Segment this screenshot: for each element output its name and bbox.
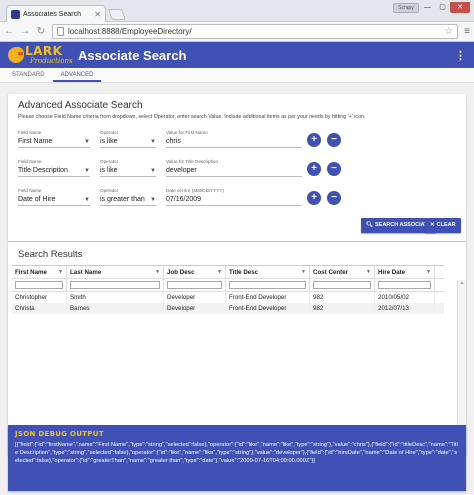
mode-tabs: STANDARD ADVANCED: [0, 68, 474, 83]
dropdown-caret-icon: ▼: [84, 139, 90, 145]
remove-criteria-button[interactable]: −: [327, 162, 341, 176]
grid-filter-row: [12, 279, 444, 292]
operator-select[interactable]: is greater than ▼: [100, 195, 156, 206]
page-title: Associate Search: [78, 47, 187, 63]
field-name-select[interactable]: Title Description ▼: [18, 166, 90, 177]
filter-input[interactable]: [167, 281, 222, 289]
close-tab-icon[interactable]: ✕: [94, 10, 101, 19]
remove-criteria-button[interactable]: −: [327, 191, 341, 205]
column-header[interactable]: Hire Date ▼: [375, 266, 435, 278]
dropdown-caret-icon: ▼: [150, 139, 156, 145]
field-name-select[interactable]: First Name ▼: [18, 137, 90, 148]
sort-caret-icon: ▼: [155, 269, 160, 275]
app: LARK Productions Associate Search ⋮ STAN…: [0, 42, 474, 495]
sort-caret-icon: ▼: [58, 269, 63, 275]
tab-standard[interactable]: STANDARD: [4, 68, 53, 82]
back-icon[interactable]: ←: [4, 26, 14, 37]
more-vert-icon[interactable]: ⋮: [455, 49, 466, 62]
results-title: Search Results: [18, 249, 83, 260]
new-tab-button[interactable]: [107, 9, 127, 20]
browser-titlebar: Associates Search ✕ Scrapy — ▢ ✕: [0, 0, 474, 22]
browser-tab[interactable]: Associates Search ✕: [6, 5, 106, 22]
tab-advanced[interactable]: ADVANCED: [52, 68, 102, 82]
clear-icon: ✕: [430, 222, 435, 228]
filter-input[interactable]: [70, 281, 160, 289]
column-header[interactable]: Job Desc ▼: [164, 266, 226, 278]
browser-toolbar: ← → ↻ localhost:8888/EmployeeDirectory/ …: [0, 22, 474, 42]
column-header[interactable]: First Name ▼: [12, 266, 67, 278]
dropdown-caret-icon: ▼: [150, 168, 156, 174]
maximize-button[interactable]: ▢: [435, 2, 450, 13]
table-row[interactable]: Christa Barnes Developer Front-End Devel…: [12, 303, 444, 314]
sort-caret-icon: ▼: [217, 269, 222, 275]
dropdown-caret-icon: ▼: [84, 168, 90, 174]
add-criteria-button[interactable]: +: [307, 133, 321, 147]
search-results-card: Search Results First Name ▼ Last Name ▼ Jo…: [8, 242, 466, 455]
profile-chip[interactable]: Scrapy: [393, 3, 419, 13]
add-criteria-button[interactable]: +: [307, 191, 321, 205]
app-bar: LARK Productions Associate Search ⋮: [0, 42, 474, 68]
minimize-button[interactable]: —: [420, 2, 435, 13]
filter-input[interactable]: [378, 281, 431, 289]
search-icon: 🔍︎: [366, 222, 373, 228]
lark-logo: LARK Productions: [8, 44, 74, 66]
forward-icon[interactable]: →: [20, 26, 30, 37]
scroll-up-icon: ▲: [459, 280, 465, 286]
debug-title: JSON DEBUG OUTPUT: [15, 430, 104, 438]
sort-caret-icon: ▼: [366, 269, 371, 275]
add-criteria-button[interactable]: +: [307, 162, 321, 176]
reload-icon[interactable]: ↻: [36, 26, 46, 37]
tab-title: Associates Search: [23, 10, 81, 18]
json-debug-card: JSON DEBUG OUTPUT [{"field":{"id":"first…: [8, 425, 466, 491]
dropdown-caret-icon: ▼: [150, 197, 156, 203]
field-name-select[interactable]: Date of Hire ▼: [18, 195, 90, 206]
clear-button[interactable]: ✕ CLEAR: [425, 218, 461, 233]
instructions-text: Please choose Field Name criteria from d…: [18, 114, 366, 120]
operator-select[interactable]: is like ▼: [100, 166, 156, 177]
bookmark-star-icon[interactable]: ☆: [444, 26, 453, 37]
column-header[interactable]: Last Name ▼: [67, 266, 164, 278]
filter-input[interactable]: [229, 281, 306, 289]
table-row[interactable]: Christopher Smith Developer Front-End De…: [12, 292, 444, 303]
criteria-row: Field Name First Name ▼ Operator is like ▼…: [18, 130, 448, 152]
date-input[interactable]: 07/16/2009: [166, 195, 302, 206]
column-header[interactable]: Cost Center ▼: [310, 266, 375, 278]
address-bar[interactable]: localhost:8888/EmployeeDirectory/ ☆: [52, 24, 459, 39]
lark-bird-icon: [8, 47, 24, 63]
advanced-search-title: Advanced Associate Search: [18, 100, 143, 111]
criteria-row: Field Name Date of Hire ▼ Operator is gre…: [18, 188, 448, 210]
page-icon: [57, 27, 64, 36]
results-grid: First Name ▼ Last Name ▼ Job Desc ▼ Title D…: [12, 265, 444, 314]
url-text[interactable]: localhost:8888/EmployeeDirectory/: [68, 27, 440, 36]
close-window-button[interactable]: ✕: [450, 2, 470, 13]
sort-caret-icon: ▼: [301, 269, 306, 275]
value-input[interactable]: developer: [166, 166, 302, 177]
operator-select[interactable]: is like ▼: [100, 137, 156, 148]
filter-input[interactable]: [15, 281, 63, 289]
dropdown-caret-icon: ▼: [84, 197, 90, 203]
remove-criteria-button[interactable]: −: [327, 133, 341, 147]
debug-output: [{"field":{"id":"firstName","name":"Firs…: [15, 442, 458, 465]
filter-input[interactable]: [313, 281, 371, 289]
browser-menu-icon[interactable]: ≡: [464, 26, 470, 37]
grid-header: First Name ▼ Last Name ▼ Job Desc ▼ Title D…: [12, 265, 444, 279]
value-input[interactable]: chris: [166, 137, 302, 148]
favicon-icon: [11, 9, 20, 19]
criteria-row: Field Name Title Description ▼ Operator i…: [18, 159, 448, 181]
column-header[interactable]: Title Desc ▼: [226, 266, 310, 278]
sort-caret-icon: ▼: [426, 269, 431, 275]
